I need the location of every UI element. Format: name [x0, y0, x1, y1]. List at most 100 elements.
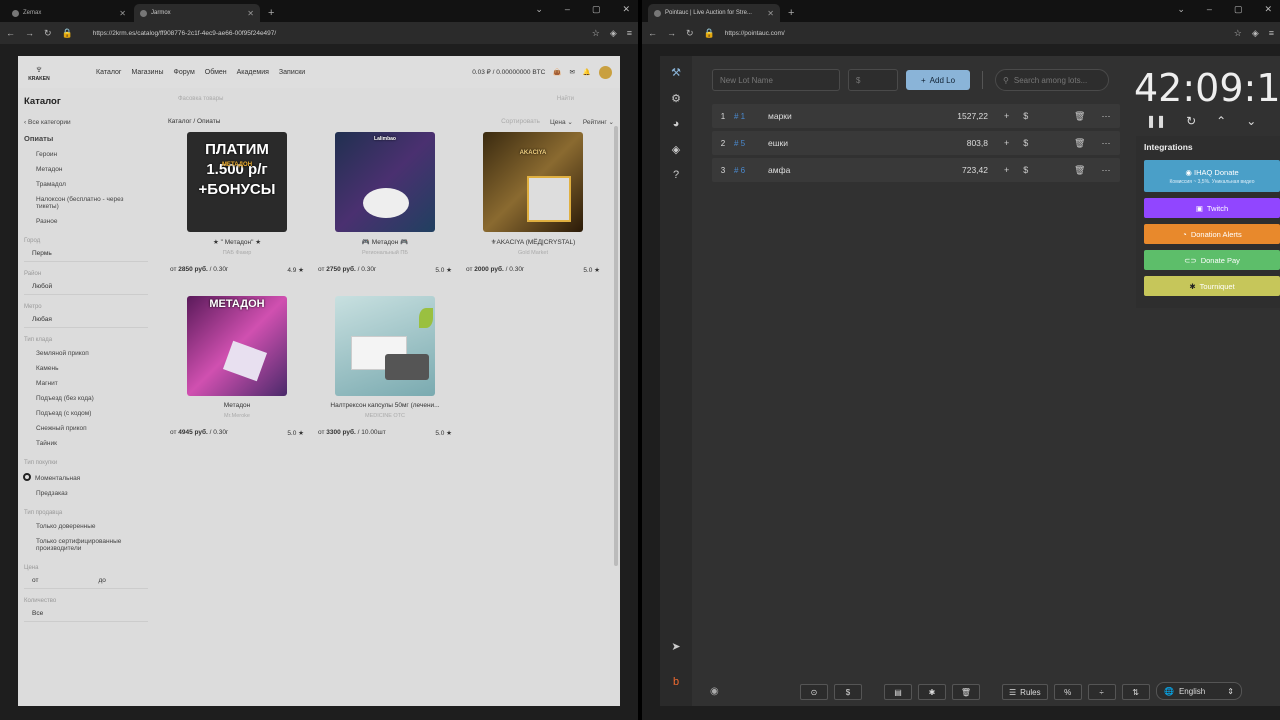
- product-image[interactable]: [335, 296, 435, 396]
- new-tab-button[interactable]: +: [262, 7, 280, 22]
- search-input[interactable]: Фасовка товары Найти: [168, 96, 614, 110]
- dropdown-icon[interactable]: ⌄: [535, 4, 543, 15]
- sort-price[interactable]: Цена ⌄: [550, 118, 573, 126]
- type-option[interactable]: Подъезд (без кода): [24, 391, 148, 406]
- menu-icon[interactable]: ≡: [1269, 28, 1274, 39]
- new-tab-button[interactable]: +: [782, 7, 800, 22]
- product-image[interactable]: AKACIYA ♥: [483, 132, 583, 232]
- type-option[interactable]: Камень: [24, 361, 148, 376]
- maximize-icon[interactable]: ▢: [592, 4, 601, 15]
- delete-icon[interactable]: 🗑: [1074, 111, 1085, 122]
- bell-icon[interactable]: 🔔: [583, 68, 591, 76]
- product-name[interactable]: 🎮 Метадон 🎮: [316, 238, 454, 246]
- category-item[interactable]: Трамадол: [24, 177, 148, 192]
- close-tab-icon[interactable]: ✕: [247, 9, 254, 18]
- clear-button[interactable]: 🗑: [952, 684, 980, 700]
- dollar-icon[interactable]: $: [1023, 138, 1028, 148]
- type-option[interactable]: Подъезд (с кодом): [24, 406, 148, 421]
- add-amount-icon[interactable]: +: [1004, 111, 1009, 121]
- search-button[interactable]: Найти: [557, 96, 574, 110]
- buy-type-instant[interactable]: Моментальная: [23, 469, 148, 486]
- product-card[interactable]: ПЛАТИМ 1.500 р/г +БОНУСЫ МЕТАДОН ♥ ★ " М…: [168, 132, 306, 274]
- forward-icon[interactable]: →: [667, 28, 676, 38]
- sort-rating[interactable]: Рейтинг ⌄: [583, 118, 614, 126]
- shield-icon[interactable]: ◈: [610, 28, 617, 39]
- product-shop[interactable]: MEDICINE OTC: [316, 413, 454, 419]
- lot-row[interactable]: 3 # 6 амфа 723,42 + $ 🗑 ⋯: [712, 158, 1120, 182]
- lot-row[interactable]: 1 # 1 марки 1527,22 + $ 🗑 ⋯: [712, 104, 1120, 128]
- github-button[interactable]: ⊙: [800, 684, 828, 700]
- telegram-icon[interactable]: ➤: [671, 640, 680, 653]
- qty-select[interactable]: Все: [24, 607, 148, 622]
- close-tab-icon[interactable]: ✕: [119, 9, 126, 18]
- back-icon[interactable]: ←: [6, 28, 15, 38]
- product-image[interactable]: ПЛАТИМ 1.500 р/г +БОНУСЫ МЕТАДОН ♥: [187, 132, 287, 232]
- nav-shops[interactable]: Магазины: [131, 69, 163, 76]
- nav-academy[interactable]: Академия: [237, 69, 269, 76]
- product-name[interactable]: ⚜AKACIYA (МЁД|CRYSTAL): [464, 238, 602, 246]
- more-icon[interactable]: ⋯: [1101, 138, 1110, 149]
- seller-option[interactable]: Только сертифицированные производители: [24, 534, 148, 556]
- product-shop[interactable]: Региональный ПБ: [316, 250, 454, 256]
- nav-exchange[interactable]: Обмен: [205, 69, 227, 76]
- dollar-icon[interactable]: $: [1023, 165, 1028, 175]
- url-field[interactable]: https://2krm.es/catalog/ff908776-2c1f-4e…: [83, 30, 582, 37]
- product-shop[interactable]: Gold Market: [464, 250, 602, 256]
- product-name[interactable]: Налтрексон капсулы 50мг (лечени...: [316, 402, 454, 409]
- help-icon[interactable]: ?: [673, 169, 679, 181]
- product-shop[interactable]: ПАБ Факир: [168, 250, 306, 256]
- gavel-icon[interactable]: ⚒: [671, 66, 681, 79]
- donate-pay-button[interactable]: ⊂⊃ Donate Pay: [1144, 250, 1280, 270]
- add-lot-button[interactable]: + Add Lo: [906, 70, 970, 90]
- reset-icon[interactable]: ↻: [1186, 114, 1196, 128]
- category-item[interactable]: Разное: [24, 214, 148, 229]
- add-amount-icon[interactable]: +: [1004, 165, 1009, 175]
- nav-forum[interactable]: Форум: [174, 69, 195, 76]
- district-select[interactable]: Любой: [24, 280, 148, 295]
- percent-button[interactable]: %: [1053, 684, 1082, 700]
- type-option[interactable]: Магнит: [24, 376, 148, 391]
- product-card[interactable]: Налтрексон капсулы 50мг (лечени... MEDIC…: [316, 296, 454, 437]
- lot-search-input[interactable]: ⚲ Search among lots...: [995, 69, 1109, 91]
- menu-icon[interactable]: ≡: [627, 28, 632, 39]
- more-icon[interactable]: ⋯: [1101, 165, 1110, 176]
- site-logo[interactable]: ♆ KRAKEN: [26, 62, 52, 82]
- save-button[interactable]: ▤: [884, 684, 912, 700]
- tab-pointauc[interactable]: Pointauc | Live Auction for Stre... ✕: [648, 4, 780, 22]
- split-button[interactable]: ÷: [1087, 684, 1116, 700]
- tourniquet-button[interactable]: ✱ Tourniquet: [1144, 276, 1280, 296]
- all-categories-link[interactable]: ‹ Все категории: [24, 115, 148, 130]
- shield-icon[interactable]: ◈: [1252, 28, 1259, 39]
- product-name[interactable]: ★ " Метадон" ★: [168, 238, 306, 246]
- dropdown-icon[interactable]: ⌄: [1177, 4, 1185, 15]
- lot-amount-input[interactable]: $: [848, 69, 898, 91]
- seller-option[interactable]: Только доверенные: [24, 519, 148, 534]
- price-range[interactable]: от до: [24, 574, 148, 589]
- sort-button[interactable]: ⇅: [1121, 684, 1150, 700]
- lot-name-input[interactable]: New Lot Name: [712, 69, 840, 91]
- close-window-icon[interactable]: ✕: [622, 4, 630, 15]
- twitch-button[interactable]: ▣ Twitch: [1144, 198, 1280, 218]
- star-icon[interactable]: ☆: [592, 28, 600, 39]
- ihaq-donate-button[interactable]: ◉ IHAQ Donate Комиссия ~ 3,5%. Уникальная…: [1144, 160, 1280, 192]
- avatar[interactable]: [599, 65, 612, 79]
- product-card[interactable]: МЕТАДОН ♥ Метадон Mr.Meroke от 4945 руб.…: [168, 296, 306, 437]
- product-card[interactable]: AKACIYA ♥ ⚜AKACIYA (МЁД|CRYSTAL) Gold Ma…: [464, 132, 602, 274]
- close-tab-icon[interactable]: ✕: [767, 9, 774, 18]
- buy-type-preorder[interactable]: Предзаказ: [24, 486, 148, 501]
- category-item[interactable]: Налоксон (бесплатно - через тикеты): [24, 192, 148, 214]
- delete-icon[interactable]: 🗑: [1074, 165, 1085, 176]
- metro-select[interactable]: Любая: [24, 313, 148, 328]
- star-icon[interactable]: ☆: [1234, 28, 1242, 39]
- tab-zemax[interactable]: Zemax ✕: [6, 4, 132, 22]
- pause-icon[interactable]: ❚❚: [1146, 114, 1166, 128]
- scrollbar[interactable]: [614, 126, 618, 566]
- reload-icon[interactable]: ↻: [686, 28, 694, 39]
- dollar-icon[interactable]: $: [1023, 111, 1028, 121]
- delete-icon[interactable]: 🗑: [1074, 138, 1085, 149]
- add-amount-icon[interactable]: +: [1004, 138, 1009, 148]
- type-option[interactable]: Снежный прикоп: [24, 421, 148, 436]
- mail-icon[interactable]: ✉: [569, 68, 574, 76]
- product-card[interactable]: Lalimbao ♥ 🎮 Метадон 🎮 Региональный ПБ о…: [316, 132, 454, 274]
- chevron-down-icon[interactable]: ⌄: [1246, 114, 1256, 128]
